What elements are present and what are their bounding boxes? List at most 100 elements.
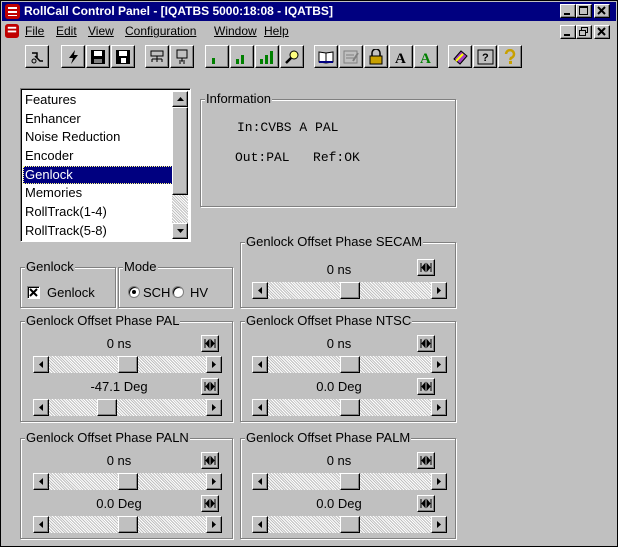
ntsc-ns-slider[interactable] <box>252 356 447 373</box>
save-button[interactable] <box>86 45 110 68</box>
scroll-right-button[interactable] <box>431 399 447 416</box>
scroll-left-button[interactable] <box>252 399 268 416</box>
menu-configuration[interactable]: Configuration <box>125 24 196 38</box>
list-scroll-thumb[interactable] <box>172 107 188 195</box>
genlock-checkbox[interactable] <box>27 286 40 299</box>
menu-window[interactable]: Window <box>214 24 257 38</box>
close-button[interactable] <box>594 4 610 18</box>
list-scrollbar[interactable] <box>172 91 188 239</box>
edit-form-button[interactable] <box>339 45 363 68</box>
category-listbox[interactable]: Features Enhancer Noise Reduction Encode… <box>20 88 191 242</box>
scroll-left-button[interactable] <box>33 399 49 416</box>
scroll-left-button[interactable] <box>33 516 49 533</box>
text-button[interactable]: A <box>389 45 413 68</box>
scroll-left-button[interactable] <box>33 473 49 490</box>
book-button[interactable] <box>314 45 338 68</box>
paln-ns-reset-button[interactable] <box>201 452 219 469</box>
menu-help[interactable]: Help <box>264 24 289 38</box>
menu-edit[interactable]: Edit <box>56 24 77 38</box>
scroll-left-button[interactable] <box>33 356 49 373</box>
child-close-button[interactable] <box>594 25 610 39</box>
paln-deg-slider[interactable] <box>33 516 222 533</box>
scroll-left-button[interactable] <box>252 356 268 373</box>
save-all-icon <box>116 50 130 64</box>
slider-thumb[interactable] <box>118 516 138 533</box>
slider-thumb[interactable] <box>340 473 360 490</box>
mode-sch-radio[interactable] <box>128 286 140 298</box>
child-restore-button[interactable] <box>576 25 592 39</box>
slider-thumb[interactable] <box>97 399 117 416</box>
save-all-button[interactable] <box>111 45 135 68</box>
text-color-button[interactable]: A <box>414 45 438 68</box>
scroll-up-button[interactable] <box>172 91 188 107</box>
scroll-right-button[interactable] <box>206 516 222 533</box>
slider-thumb[interactable] <box>340 516 360 533</box>
palm-deg-slider[interactable] <box>252 516 447 533</box>
mode-hv-radio[interactable] <box>172 286 184 298</box>
list-item[interactable]: Memories <box>23 184 173 203</box>
paln-ns-slider[interactable] <box>33 473 222 490</box>
pal-deg-reset-button[interactable] <box>201 378 219 395</box>
menu-view[interactable]: View <box>88 24 114 38</box>
minimize-button[interactable] <box>560 4 576 18</box>
scroll-right-button[interactable] <box>206 473 222 490</box>
lock-button[interactable] <box>364 45 388 68</box>
title-bar[interactable]: RollCall Control Panel - [IQATBS 5000:18… <box>2 2 616 21</box>
search-button[interactable] <box>280 45 304 68</box>
context-help-button[interactable] <box>498 45 522 68</box>
slider-thumb[interactable] <box>340 399 360 416</box>
scroll-right-button[interactable] <box>431 473 447 490</box>
text-a-icon: A <box>395 51 406 65</box>
list-item[interactable]: Encoder <box>23 147 173 166</box>
child-minimize-button[interactable] <box>560 25 576 39</box>
network-button[interactable] <box>145 45 169 68</box>
palm-ns-slider[interactable] <box>252 473 447 490</box>
list-item[interactable]: Enhancer <box>23 110 173 129</box>
slider-thumb[interactable] <box>340 282 360 299</box>
palm-ns-reset-button[interactable] <box>417 452 435 469</box>
arrow-left-icon <box>39 478 43 485</box>
mode-sch-label[interactable]: SCH <box>143 285 170 300</box>
slider-thumb[interactable] <box>118 356 138 373</box>
child-window-icon[interactable] <box>5 24 19 38</box>
rollcall-app-icon[interactable] <box>5 4 20 19</box>
device-button[interactable] <box>170 45 194 68</box>
connect-button[interactable] <box>25 45 49 68</box>
list-item[interactable]: Noise Reduction <box>23 128 173 147</box>
maximize-button[interactable] <box>576 4 592 18</box>
list-item[interactable]: RollTrack(5-8) <box>23 222 173 241</box>
mode-hv-label[interactable]: HV <box>190 285 208 300</box>
genlock-checkbox-label[interactable]: Genlock <box>47 285 95 300</box>
ntsc-ns-reset-button[interactable] <box>417 335 435 352</box>
level-high-button[interactable] <box>255 45 279 68</box>
scroll-right-button[interactable] <box>206 356 222 373</box>
scroll-left-button[interactable] <box>252 282 268 299</box>
eraser-button[interactable] <box>448 45 472 68</box>
pal-ns-reset-button[interactable] <box>201 335 219 352</box>
pal-deg-slider[interactable] <box>33 399 222 416</box>
list-item[interactable]: RollTrack(1-4) <box>23 203 173 222</box>
scroll-left-button[interactable] <box>252 473 268 490</box>
palm-deg-reset-button[interactable] <box>417 495 435 512</box>
scroll-right-button[interactable] <box>431 516 447 533</box>
ntsc-deg-slider[interactable] <box>252 399 447 416</box>
scroll-right-button[interactable] <box>431 356 447 373</box>
level-low-button[interactable] <box>205 45 229 68</box>
scroll-right-button[interactable] <box>206 399 222 416</box>
level-mid-button[interactable] <box>230 45 254 68</box>
pal-ns-slider[interactable] <box>33 356 222 373</box>
scroll-left-button[interactable] <box>252 516 268 533</box>
secam-ns-reset-button[interactable] <box>417 259 435 276</box>
paln-deg-reset-button[interactable] <box>201 495 219 512</box>
slider-thumb[interactable] <box>340 356 360 373</box>
secam-ns-slider[interactable] <box>252 282 447 299</box>
list-item[interactable]: Features <box>23 91 173 110</box>
scroll-down-button[interactable] <box>172 223 188 239</box>
list-item-selected[interactable]: Genlock <box>23 165 173 185</box>
action-button[interactable] <box>61 45 85 68</box>
scroll-right-button[interactable] <box>431 282 447 299</box>
help-button[interactable]: ? <box>473 45 497 68</box>
menu-file[interactable]: File <box>25 24 44 38</box>
ntsc-deg-reset-button[interactable] <box>417 378 435 395</box>
slider-thumb[interactable] <box>118 473 138 490</box>
